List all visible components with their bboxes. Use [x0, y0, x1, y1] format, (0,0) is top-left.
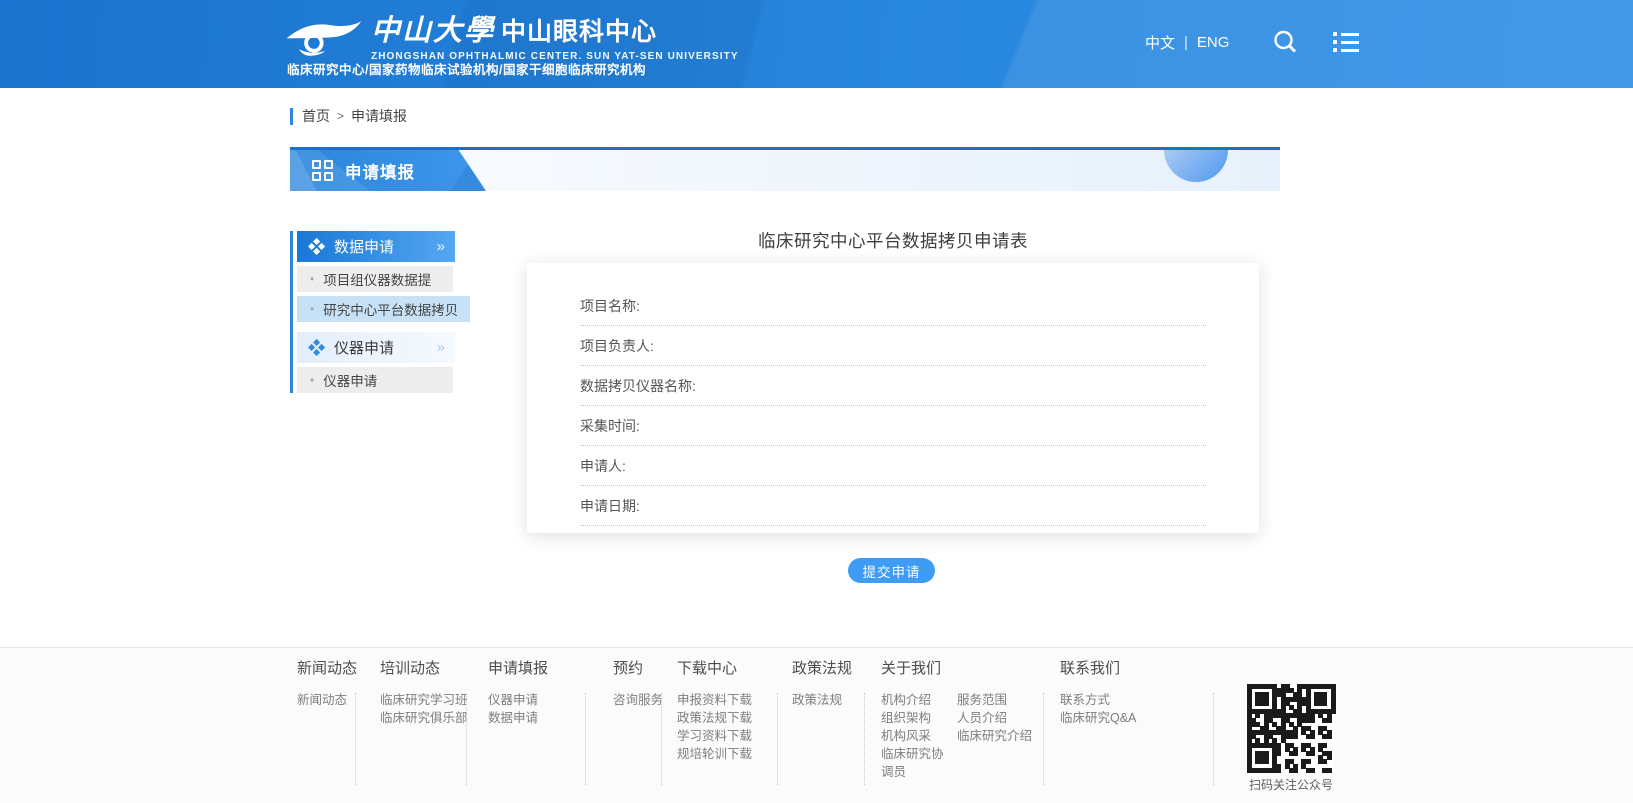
field-collection-time[interactable]: 采集时间:	[580, 406, 1206, 446]
footer-divider	[585, 693, 586, 785]
footer-col-title[interactable]: 培训动态	[380, 657, 466, 678]
lang-english-link[interactable]: ENG	[1197, 34, 1230, 51]
footer-link[interactable]: 政策法规	[792, 691, 864, 709]
sidebar-item-label: 仪器申请	[323, 370, 377, 390]
footer-col-news: 新闻动态 新闻动态	[297, 657, 355, 709]
footer-link[interactable]: 临床研究介绍	[957, 727, 1032, 745]
footer-col-title[interactable]: 新闻动态	[297, 657, 355, 678]
footer-link[interactable]: 组织架构	[881, 709, 944, 727]
chevron-double-right-icon: »	[437, 339, 445, 356]
sidebar-group-instrument-application[interactable]: 仪器申请 »	[297, 332, 455, 363]
footer-link[interactable]: 咨询服务	[613, 691, 661, 709]
bullet-icon: •	[310, 272, 314, 286]
footer-link[interactable]: 服务范围	[957, 691, 1032, 709]
footer-link[interactable]: 临床研究协调员	[881, 745, 944, 781]
footer-divider	[777, 693, 778, 785]
field-project-leader[interactable]: 项目负责人:	[580, 326, 1206, 366]
footer-col-application: 申请填报 仪器申请 数据申请	[488, 657, 585, 727]
footer-col-title[interactable]: 申请填报	[488, 657, 585, 678]
footer-link[interactable]: 数据申请	[488, 709, 585, 727]
footer-col-policies: 政策法规 政策法规	[792, 657, 864, 709]
section-banner-label: 申请填报	[290, 150, 486, 191]
submit-application-button[interactable]: 提交申请	[848, 558, 935, 583]
section-banner: 申请填报	[290, 147, 1280, 191]
footer-link[interactable]: 临床研究学习班	[380, 691, 466, 709]
sidebar-group-data-application[interactable]: 数据申请 »	[297, 231, 455, 262]
footer-divider	[466, 693, 467, 785]
breadcrumb-separator: >	[337, 109, 344, 123]
footer-col-title[interactable]: 关于我们	[881, 657, 1043, 678]
sidebar-accent-line	[290, 231, 293, 393]
footer-link[interactable]: 机构介绍	[881, 691, 944, 709]
footer-col-title[interactable]: 联系我们	[1060, 657, 1213, 678]
field-instrument-name[interactable]: 数据拷贝仪器名称:	[580, 366, 1206, 406]
footer-link[interactable]: 政策法规下载	[677, 709, 777, 727]
footer-link[interactable]: 临床研究Q&A	[1060, 709, 1213, 727]
footer-divider	[1213, 693, 1214, 785]
footer-divider	[864, 693, 865, 785]
footer-col-training: 培训动态 临床研究学习班 临床研究俱乐部	[380, 657, 466, 727]
lang-divider: |	[1184, 34, 1188, 51]
breadcrumb: 首页 > 申请填报	[290, 106, 407, 126]
footer-link[interactable]: 联系方式	[1060, 691, 1213, 709]
footer-link[interactable]: 人员介绍	[957, 709, 1032, 727]
footer-divider	[661, 693, 662, 785]
breadcrumb-accent-bar	[290, 108, 293, 125]
footer-col-contact: 联系我们 联系方式 临床研究Q&A	[1060, 657, 1213, 727]
chevron-double-right-icon: »	[437, 238, 445, 255]
header-tagline: 临床研究中心/国家药物临床试验机构/国家干细胞临床研究机构	[287, 59, 646, 78]
footer-divider	[1043, 693, 1044, 785]
footer-divider	[355, 693, 356, 785]
sidebar-item-project-instrument-data[interactable]: • 项目组仪器数据提	[297, 266, 453, 292]
side-navigation: 数据申请 » • 项目组仪器数据提 • 研究中心平台数据拷贝 仪器申请 » • …	[290, 231, 475, 393]
bullet-icon: •	[310, 373, 314, 387]
sidebar-item-platform-data-copy[interactable]: • 研究中心平台数据拷贝	[297, 296, 470, 322]
section-title: 申请填报	[345, 159, 415, 183]
field-application-date[interactable]: 申请日期:	[580, 486, 1206, 526]
qr-caption: 扫码关注公众号	[1205, 776, 1377, 793]
clover-icon	[309, 340, 324, 355]
footer-link[interactable]: 学习资料下载	[677, 727, 777, 745]
footer-link[interactable]: 新闻动态	[297, 691, 355, 709]
sidebar-item-instrument-application[interactable]: • 仪器申请	[297, 367, 453, 393]
grid-icon	[312, 160, 333, 181]
footer-col-downloads: 下载中心 申报资料下载 政策法规下载 学习资料下载 规培轮训下载	[677, 657, 777, 763]
sidebar-group-label: 数据申请	[334, 236, 394, 257]
footer-link[interactable]: 仪器申请	[488, 691, 585, 709]
hamburger-menu-icon[interactable]	[1331, 30, 1361, 54]
language-switch: 中文 | ENG	[1145, 32, 1229, 53]
top-header: 中山大學 中山眼科中心 ZHONGSHAN OPHTHALMIC CENTER.…	[0, 0, 1633, 88]
footer-link[interactable]: 规培轮训下载	[677, 745, 777, 763]
footer-col-about-us: 关于我们 机构介绍 组织架构 机构风采 临床研究协调员 服务范围 人员介绍 临床…	[881, 657, 1043, 781]
breadcrumb-home-link[interactable]: 首页	[302, 106, 330, 126]
eye-logo-icon	[285, 15, 363, 57]
footer-col-title[interactable]: 下载中心	[677, 657, 777, 678]
lang-chinese-link[interactable]: 中文	[1145, 32, 1175, 53]
logo-center-name: 中山眼科中心	[501, 12, 657, 48]
footer-link[interactable]: 临床研究俱乐部	[380, 709, 466, 727]
footer-link[interactable]: 机构风采	[881, 727, 944, 745]
footer-link[interactable]: 申报资料下载	[677, 691, 777, 709]
qr-code	[1247, 684, 1335, 772]
footer-col-reservation: 预约 咨询服务	[599, 657, 661, 709]
breadcrumb-current: 申请填报	[351, 106, 407, 126]
clover-icon	[309, 239, 324, 254]
field-applicant[interactable]: 申请人:	[580, 446, 1206, 486]
footer-col-title[interactable]: 政策法规	[792, 657, 864, 678]
field-project-name[interactable]: 项目名称:	[580, 286, 1206, 326]
page-footer: 新闻动态 新闻动态 培训动态 临床研究学习班 临床研究俱乐部 申请填报 仪器申请…	[0, 647, 1633, 803]
logo-university-name: 中山大學	[371, 7, 495, 49]
banner-decor-circle	[1164, 150, 1228, 182]
footer-col-title[interactable]: 预约	[613, 657, 661, 678]
sidebar-item-label: 研究中心平台数据拷贝	[323, 299, 458, 319]
form-title: 临床研究中心平台数据拷贝申请表	[527, 228, 1259, 253]
sidebar-group-label: 仪器申请	[334, 337, 394, 358]
application-form-card: 项目名称: 项目负责人: 数据拷贝仪器名称: 采集时间: 申请人: 申请日期:	[527, 263, 1259, 533]
sidebar-item-label: 项目组仪器数据提	[323, 269, 431, 289]
search-icon[interactable]	[1271, 28, 1299, 56]
site-logo[interactable]: 中山大學 中山眼科中心 ZHONGSHAN OPHTHALMIC CENTER.…	[285, 7, 739, 62]
bullet-icon: •	[310, 302, 314, 316]
